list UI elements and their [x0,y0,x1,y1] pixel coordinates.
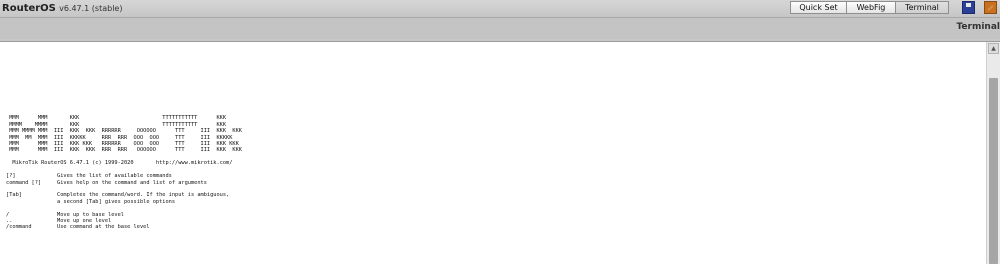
terminal-window[interactable]: MMM MMM KKK TTTTTTTTTTT KKK MMMM MMMM KK… [0,41,1000,264]
section-bar: Terminal [0,18,1000,39]
terminal-line: MMM MMM KKK TTTTTTTTTTT KKK [6,115,227,122]
webfig-button[interactable]: WebFig [846,1,896,14]
quick-set-button[interactable]: Quick Set [790,1,847,14]
winbox-icon[interactable] [984,1,997,14]
brand: RouterOS v6.47.1 (stable) [2,3,122,14]
top-bar: RouterOS v6.47.1 (stable) Quick Set WebF… [0,0,1000,18]
app-version: v6.47.1 (stable) [59,4,123,13]
save-icon[interactable] [962,1,975,14]
mode-switcher: Quick Set WebFig Terminal [790,1,949,15]
vertical-scrollbar[interactable]: ▲ [986,42,1000,264]
terminal-output[interactable]: MMM MMM KKK TTTTTTTTTTT KKK MMMM MMMM KK… [6,77,242,231]
section-title: Terminal [956,22,1000,32]
terminal-button[interactable]: Terminal [895,1,949,14]
terminal-line: MMM MMMM MMM III KKK KKK RRRRRR OOOOOO T… [6,128,242,135]
terminal-line: MikroTik RouterOS 6.47.1 (c) 1999-2020 h… [6,160,233,167]
terminal-line: MMM MMM III KKK KKK RRR RRR OOOOOO TTT I… [6,147,242,154]
scroll-up-icon[interactable]: ▲ [988,43,999,54]
terminal-line: /command Use command at the base level [6,224,150,231]
scrollbar-thumb[interactable] [989,78,998,264]
terminal-line: command [?] Gives help on the command an… [6,179,207,186]
terminal-line: [Tab] Completes the command/word. If the… [6,192,230,199]
app-name: RouterOS [2,3,56,14]
